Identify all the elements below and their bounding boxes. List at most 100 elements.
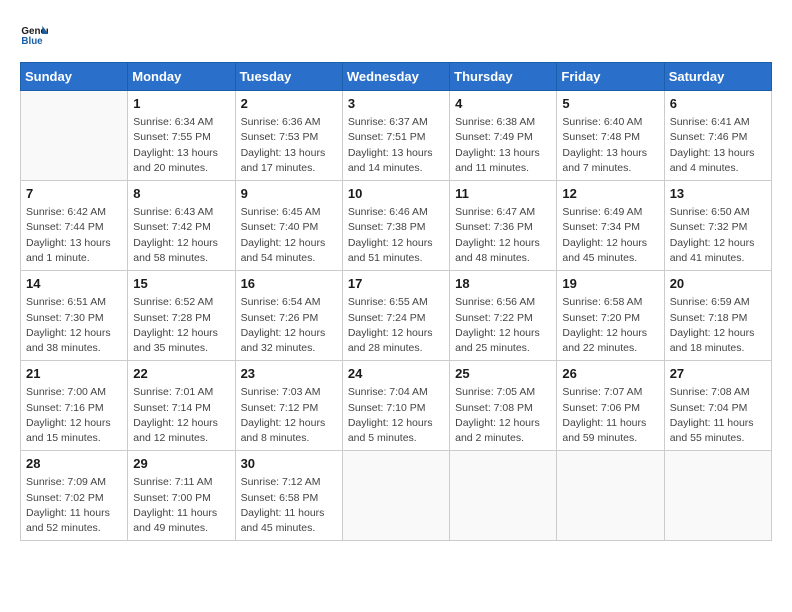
calendar-cell: 1 Sunrise: 6:34 AMSunset: 7:55 PMDaylight… bbox=[128, 91, 235, 181]
day-info: Sunrise: 7:01 AMSunset: 7:14 PMDaylight:… bbox=[133, 385, 229, 446]
calendar-cell: 29 Sunrise: 7:11 AMSunset: 7:00 PMDayligh… bbox=[128, 451, 235, 541]
header-thursday: Thursday bbox=[450, 63, 557, 91]
header-sunday: Sunday bbox=[21, 63, 128, 91]
header-friday: Friday bbox=[557, 63, 664, 91]
calendar-cell bbox=[557, 451, 664, 541]
day-number: 16 bbox=[241, 275, 337, 293]
day-info: Sunrise: 6:42 AMSunset: 7:44 PMDaylight:… bbox=[26, 205, 122, 266]
day-number: 12 bbox=[562, 185, 658, 203]
day-info: Sunrise: 6:45 AMSunset: 7:40 PMDaylight:… bbox=[241, 205, 337, 266]
day-info: Sunrise: 6:43 AMSunset: 7:42 PMDaylight:… bbox=[133, 205, 229, 266]
calendar-cell: 28Sunrise: 7:09 AMSunset: 7:02 PMDayligh… bbox=[21, 451, 128, 541]
day-number: 23 bbox=[241, 365, 337, 383]
day-number: 21 bbox=[26, 365, 122, 383]
calendar-cell: 6 Sunrise: 6:41 AMSunset: 7:46 PMDaylight… bbox=[664, 91, 771, 181]
day-number: 26 bbox=[562, 365, 658, 383]
header-wednesday: Wednesday bbox=[342, 63, 449, 91]
calendar-cell: 30 Sunrise: 7:12 AMSunset: 6:58 PMDayligh… bbox=[235, 451, 342, 541]
day-info: Sunrise: 6:49 AMSunset: 7:34 PMDaylight:… bbox=[562, 205, 658, 266]
day-info: Sunrise: 7:03 AMSunset: 7:12 PMDaylight:… bbox=[241, 385, 337, 446]
calendar-cell: 14 Sunrise: 6:51 AMSunset: 7:30 PMDayligh… bbox=[21, 271, 128, 361]
day-number: 24 bbox=[348, 365, 444, 383]
calendar: SundayMondayTuesdayWednesdayThursdayFrid… bbox=[20, 62, 772, 541]
day-info: Sunrise: 7:00 AMSunset: 7:16 PMDaylight:… bbox=[26, 385, 122, 446]
day-info: Sunrise: 7:11 AMSunset: 7:00 PMDaylight:… bbox=[133, 475, 229, 536]
calendar-cell: 17Sunrise: 6:55 AMSunset: 7:24 PMDayligh… bbox=[342, 271, 449, 361]
calendar-cell: 7 Sunrise: 6:42 AMSunset: 7:44 PMDaylight… bbox=[21, 181, 128, 271]
calendar-header-row: SundayMondayTuesdayWednesdayThursdayFrid… bbox=[21, 63, 772, 91]
calendar-cell: 23 Sunrise: 7:03 AMSunset: 7:12 PMDayligh… bbox=[235, 361, 342, 451]
day-info: Sunrise: 6:40 AMSunset: 7:48 PMDaylight:… bbox=[562, 115, 658, 176]
day-info: Sunrise: 6:56 AMSunset: 7:22 PMDaylight:… bbox=[455, 295, 551, 356]
day-info: Sunrise: 7:07 AMSunset: 7:06 PMDaylight:… bbox=[562, 385, 658, 446]
day-number: 18 bbox=[455, 275, 551, 293]
day-info: Sunrise: 7:09 AMSunset: 7:02 PMDaylight:… bbox=[26, 475, 122, 536]
day-number: 10 bbox=[348, 185, 444, 203]
logo: General Blue bbox=[20, 20, 52, 48]
day-number: 29 bbox=[133, 455, 229, 473]
calendar-cell: 27Sunrise: 7:08 AMSunset: 7:04 PMDayligh… bbox=[664, 361, 771, 451]
day-number: 5 bbox=[562, 95, 658, 113]
header-saturday: Saturday bbox=[664, 63, 771, 91]
calendar-cell bbox=[450, 451, 557, 541]
day-number: 20 bbox=[670, 275, 766, 293]
day-info: Sunrise: 7:04 AMSunset: 7:10 PMDaylight:… bbox=[348, 385, 444, 446]
day-number: 9 bbox=[241, 185, 337, 203]
day-number: 3 bbox=[348, 95, 444, 113]
calendar-cell: 2Sunrise: 6:36 AMSunset: 7:53 PMDaylight… bbox=[235, 91, 342, 181]
day-info: Sunrise: 6:34 AMSunset: 7:55 PMDaylight:… bbox=[133, 115, 229, 176]
calendar-week-4: 21 Sunrise: 7:00 AMSunset: 7:16 PMDayligh… bbox=[21, 361, 772, 451]
header-monday: Monday bbox=[128, 63, 235, 91]
calendar-cell: 12 Sunrise: 6:49 AMSunset: 7:34 PMDayligh… bbox=[557, 181, 664, 271]
calendar-week-1: 1 Sunrise: 6:34 AMSunset: 7:55 PMDaylight… bbox=[21, 91, 772, 181]
logo-icon: General Blue bbox=[20, 20, 48, 48]
calendar-cell: 25 Sunrise: 7:05 AMSunset: 7:08 PMDayligh… bbox=[450, 361, 557, 451]
calendar-cell bbox=[21, 91, 128, 181]
calendar-cell: 22 Sunrise: 7:01 AMSunset: 7:14 PMDayligh… bbox=[128, 361, 235, 451]
day-number: 4 bbox=[455, 95, 551, 113]
calendar-cell: 3 Sunrise: 6:37 AMSunset: 7:51 PMDaylight… bbox=[342, 91, 449, 181]
day-number: 7 bbox=[26, 185, 122, 203]
day-number: 27 bbox=[670, 365, 766, 383]
day-number: 14 bbox=[26, 275, 122, 293]
day-info: Sunrise: 6:38 AMSunset: 7:49 PMDaylight:… bbox=[455, 115, 551, 176]
calendar-week-2: 7 Sunrise: 6:42 AMSunset: 7:44 PMDaylight… bbox=[21, 181, 772, 271]
day-number: 25 bbox=[455, 365, 551, 383]
svg-text:Blue: Blue bbox=[21, 36, 43, 47]
calendar-cell: 15 Sunrise: 6:52 AMSunset: 7:28 PMDayligh… bbox=[128, 271, 235, 361]
calendar-cell: 18 Sunrise: 6:56 AMSunset: 7:22 PMDayligh… bbox=[450, 271, 557, 361]
calendar-week-3: 14 Sunrise: 6:51 AMSunset: 7:30 PMDayligh… bbox=[21, 271, 772, 361]
calendar-cell: 26 Sunrise: 7:07 AMSunset: 7:06 PMDayligh… bbox=[557, 361, 664, 451]
header-tuesday: Tuesday bbox=[235, 63, 342, 91]
day-number: 15 bbox=[133, 275, 229, 293]
day-number: 2 bbox=[241, 95, 337, 113]
day-info: Sunrise: 7:12 AMSunset: 6:58 PMDaylight:… bbox=[241, 475, 337, 536]
day-info: Sunrise: 6:52 AMSunset: 7:28 PMDaylight:… bbox=[133, 295, 229, 356]
day-info: Sunrise: 7:05 AMSunset: 7:08 PMDaylight:… bbox=[455, 385, 551, 446]
day-info: Sunrise: 6:54 AMSunset: 7:26 PMDaylight:… bbox=[241, 295, 337, 356]
day-number: 13 bbox=[670, 185, 766, 203]
day-number: 1 bbox=[133, 95, 229, 113]
calendar-cell: 16 Sunrise: 6:54 AMSunset: 7:26 PMDayligh… bbox=[235, 271, 342, 361]
calendar-cell: 5 Sunrise: 6:40 AMSunset: 7:48 PMDaylight… bbox=[557, 91, 664, 181]
calendar-cell bbox=[664, 451, 771, 541]
day-number: 17 bbox=[348, 275, 444, 293]
day-number: 6 bbox=[670, 95, 766, 113]
day-number: 19 bbox=[562, 275, 658, 293]
calendar-cell: 8 Sunrise: 6:43 AMSunset: 7:42 PMDaylight… bbox=[128, 181, 235, 271]
day-info: Sunrise: 6:37 AMSunset: 7:51 PMDaylight:… bbox=[348, 115, 444, 176]
day-info: Sunrise: 6:50 AMSunset: 7:32 PMDaylight:… bbox=[670, 205, 766, 266]
calendar-cell: 13 Sunrise: 6:50 AMSunset: 7:32 PMDayligh… bbox=[664, 181, 771, 271]
calendar-cell: 11 Sunrise: 6:47 AMSunset: 7:36 PMDayligh… bbox=[450, 181, 557, 271]
calendar-cell: 9 Sunrise: 6:45 AMSunset: 7:40 PMDaylight… bbox=[235, 181, 342, 271]
day-number: 8 bbox=[133, 185, 229, 203]
day-info: Sunrise: 6:47 AMSunset: 7:36 PMDaylight:… bbox=[455, 205, 551, 266]
day-info: Sunrise: 6:41 AMSunset: 7:46 PMDaylight:… bbox=[670, 115, 766, 176]
day-number: 11 bbox=[455, 185, 551, 203]
day-info: Sunrise: 6:51 AMSunset: 7:30 PMDaylight:… bbox=[26, 295, 122, 356]
calendar-cell: 20Sunrise: 6:59 AMSunset: 7:18 PMDayligh… bbox=[664, 271, 771, 361]
calendar-cell: 21 Sunrise: 7:00 AMSunset: 7:16 PMDayligh… bbox=[21, 361, 128, 451]
day-number: 30 bbox=[241, 455, 337, 473]
calendar-cell: 10Sunrise: 6:46 AMSunset: 7:38 PMDayligh… bbox=[342, 181, 449, 271]
day-number: 22 bbox=[133, 365, 229, 383]
